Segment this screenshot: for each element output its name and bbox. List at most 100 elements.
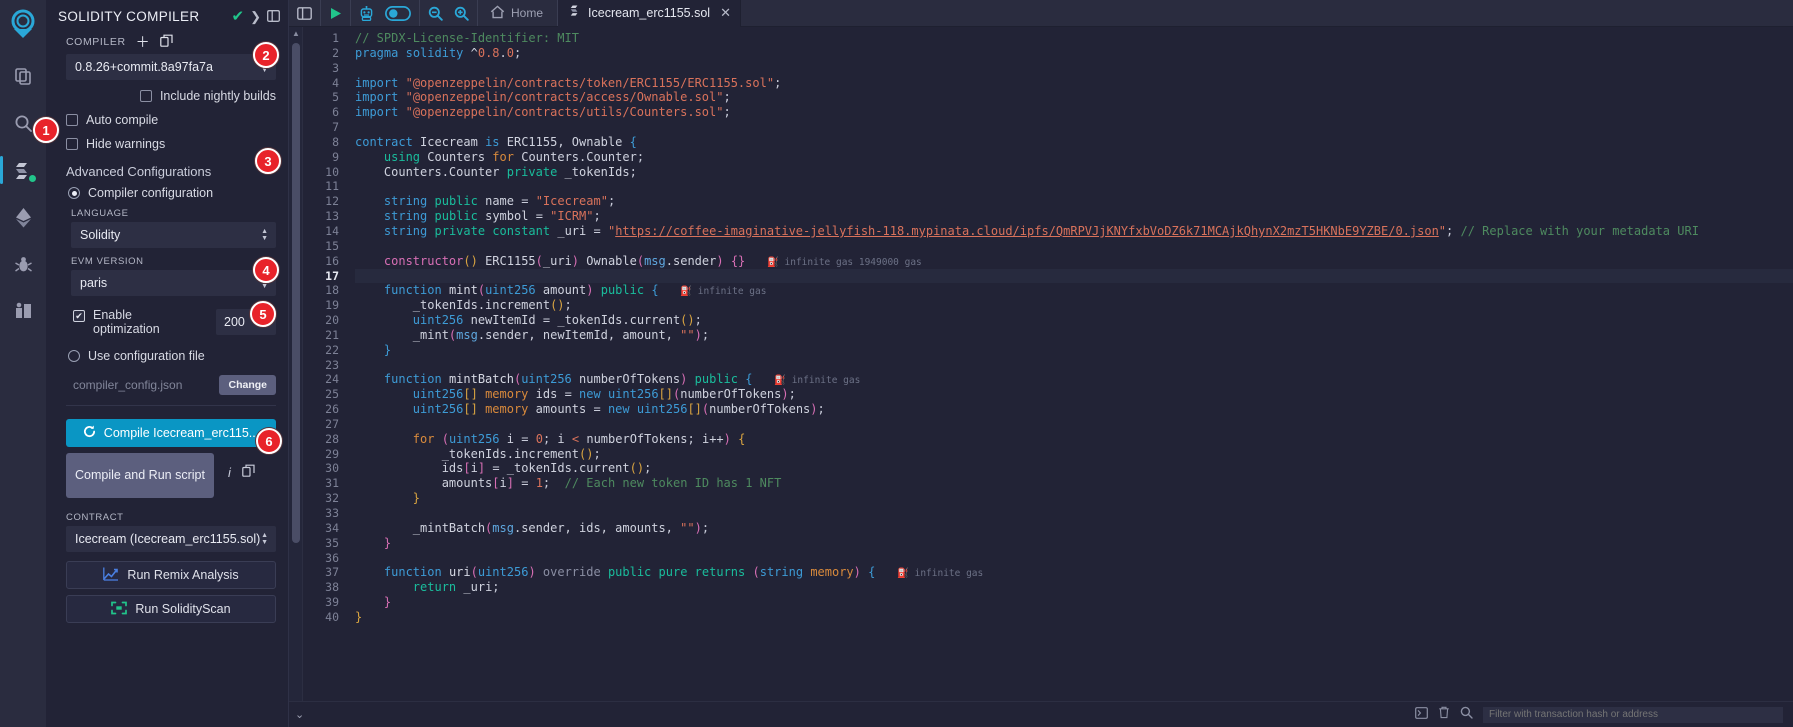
line-number: 27 <box>325 416 339 431</box>
line-number: 7 <box>332 120 339 135</box>
sidebar-item-solidity-compiler[interactable] <box>0 150 42 190</box>
scroll-up-arrow-icon[interactable]: ▲ <box>292 30 300 38</box>
debugger-icon <box>14 256 32 272</box>
compile-and-run-script-button[interactable]: Compile and Run script <box>66 453 214 498</box>
robot-icon[interactable] <box>359 5 374 21</box>
code-line[interactable]: } <box>355 595 1793 610</box>
code-line[interactable]: _tokenIds.increment(); <box>355 298 1793 313</box>
code-line[interactable] <box>355 179 1793 194</box>
callout-badge-3: 3 <box>255 148 281 174</box>
code-line[interactable]: } <box>355 610 1793 625</box>
plus-icon[interactable]: ＋ <box>136 35 150 49</box>
use-configuration-file-radio[interactable]: Use configuration file <box>68 349 276 363</box>
sidebar-item-debugger[interactable] <box>4 244 42 284</box>
code-line[interactable] <box>355 358 1793 373</box>
code-content[interactable]: // SPDX-License-Identifier: MIT pragma so… <box>347 27 1793 701</box>
scan-icon <box>111 601 128 618</box>
code-line[interactable]: function uri(uint256) override public pu… <box>355 565 1793 580</box>
home-tab[interactable]: Home <box>490 4 543 22</box>
chevron-down-icon[interactable]: ⌄ <box>295 708 304 721</box>
code-line[interactable]: ids[i] = _tokenIds.current(); <box>355 461 1793 476</box>
code-line[interactable]: import "@openzeppelin/contracts/token/ER… <box>355 76 1793 91</box>
refresh-icon <box>83 425 96 441</box>
sidebar-item-deploy-run[interactable] <box>4 197 42 237</box>
auto-compile-checkbox[interactable]: Auto compile <box>66 113 276 127</box>
code-line[interactable]: constructor() ERC1155(_uri) Ownable(msg.… <box>355 254 1793 269</box>
status-bar-right <box>1415 702 1793 727</box>
info-icon[interactable]: i <box>228 465 231 480</box>
zoom-in-icon[interactable] <box>454 6 469 21</box>
code-line[interactable]: } <box>355 343 1793 358</box>
code-line[interactable]: for (uint256 i = 0; i < numberOfTokens; … <box>355 432 1793 447</box>
editor-toolbar: Home Icecream_erc1155.sol ✕ <box>289 0 1793 27</box>
enable-optimization-checkbox[interactable]: Enable optimization <box>73 308 208 336</box>
check-icon[interactable]: ✔ <box>232 9 245 24</box>
code-line[interactable]: uint256[] memory ids = new uint256[](num… <box>355 387 1793 402</box>
compiler-configuration-radio[interactable]: Compiler configuration <box>68 186 276 200</box>
line-number: 19 <box>325 298 339 313</box>
code-line[interactable]: Counters.Counter private _tokenIds; <box>355 165 1793 180</box>
run-remix-analysis-button[interactable]: Run Remix Analysis <box>66 561 276 589</box>
line-number: 17 <box>325 268 339 283</box>
code-line[interactable]: return _uri; <box>355 580 1793 595</box>
hide-warnings-checkbox[interactable]: Hide warnings <box>66 137 276 151</box>
include-nightly-builds-checkbox[interactable]: Include nightly builds <box>139 89 276 103</box>
advanced-configurations-header[interactable]: Advanced Configurations ✔ <box>46 164 288 179</box>
code-line[interactable] <box>355 120 1793 135</box>
run-solidityscan-button[interactable]: Run SolidityScan <box>66 595 276 623</box>
auto-compile-row: Auto compile <box>46 103 288 127</box>
code-line[interactable]: amounts[i] = 1; // Each new token ID has… <box>355 476 1793 491</box>
code-line[interactable] <box>355 417 1793 432</box>
code-line[interactable]: uint256 newItemId = _tokenIds.current(); <box>355 313 1793 328</box>
compile-button[interactable]: Compile Icecream_erc115... <box>66 419 276 447</box>
code-line[interactable]: _mint(msg.sender, newItemId, amount, "")… <box>355 328 1793 343</box>
contract-select[interactable]: Icecream (Icecream_erc1155.sol) ▲ ▼ <box>66 526 276 552</box>
sidebar-item-plugin-manager[interactable] <box>4 291 42 331</box>
code-line[interactable]: string public name = "Icecream"; <box>355 194 1793 209</box>
code-line[interactable] <box>355 506 1793 521</box>
code-line[interactable]: // SPDX-License-Identifier: MIT <box>355 31 1793 46</box>
language-select[interactable]: Solidity ▲ ▼ <box>71 222 276 248</box>
layout-panel-icon[interactable] <box>297 6 312 20</box>
copy-icon[interactable] <box>159 34 173 49</box>
evm-version-select[interactable]: paris ▲▼ <box>71 270 276 296</box>
search-icon[interactable] <box>1460 706 1473 724</box>
tab-icecream-erc1155[interactable]: Icecream_erc1155.sol ✕ <box>558 0 741 27</box>
home-icon <box>490 4 505 22</box>
terminal-icon[interactable] <box>1415 706 1428 724</box>
layout-panel-icon[interactable] <box>267 9 280 24</box>
zoom-out-icon[interactable] <box>428 6 443 21</box>
code-line[interactable]: string public symbol = "ICRM"; <box>355 209 1793 224</box>
code-line[interactable]: string private constant _uri = "https://… <box>355 224 1793 239</box>
code-line[interactable] <box>355 239 1793 254</box>
compiler-version-select[interactable]: 0.8.26+commit.8a97fa7a ▲▼ <box>66 54 276 80</box>
code-line[interactable]: function mintBatch(uint256 numberOfToken… <box>355 372 1793 387</box>
code-line[interactable]: pragma solidity ^0.8.0; <box>355 46 1793 61</box>
code-line[interactable]: _mintBatch(msg.sender, ids, amounts, "")… <box>355 521 1793 536</box>
editor-scrollbar-left[interactable]: ▲ <box>289 27 303 701</box>
line-number: 15 <box>325 238 339 253</box>
code-line[interactable]: function mint(uint256 amount) public { ⛽… <box>355 283 1793 298</box>
code-line[interactable]: import "@openzeppelin/contracts/utils/Co… <box>355 105 1793 120</box>
play-icon[interactable] <box>329 7 342 20</box>
close-icon[interactable]: ✕ <box>720 5 731 21</box>
code-line[interactable]: } <box>355 491 1793 506</box>
code-line[interactable] <box>355 551 1793 566</box>
trash-icon[interactable] <box>1438 706 1450 724</box>
code-line[interactable] <box>355 268 1793 284</box>
code-line[interactable]: contract Icecream is ERC1155, Ownable { <box>355 135 1793 150</box>
code-line[interactable]: using Counters for Counters.Counter; <box>355 150 1793 165</box>
code-line[interactable]: _tokenIds.increment(); <box>355 447 1793 462</box>
scrollbar-thumb[interactable] <box>292 43 300 543</box>
code-line[interactable]: import "@openzeppelin/contracts/access/O… <box>355 90 1793 105</box>
code-line[interactable]: uint256[] memory amounts = new uint256[]… <box>355 402 1793 417</box>
toggle-on-icon[interactable] <box>385 5 411 21</box>
code-line[interactable]: } <box>355 536 1793 551</box>
change-config-button[interactable]: Change <box>219 375 276 395</box>
sidebar-item-file-explorer[interactable] <box>4 56 42 96</box>
copy-icon[interactable] <box>242 464 255 482</box>
chevron-right-icon[interactable]: ❯ <box>250 10 261 23</box>
transaction-filter-input[interactable] <box>1483 706 1783 723</box>
line-number: 23 <box>325 357 339 372</box>
code-line[interactable] <box>355 61 1793 76</box>
